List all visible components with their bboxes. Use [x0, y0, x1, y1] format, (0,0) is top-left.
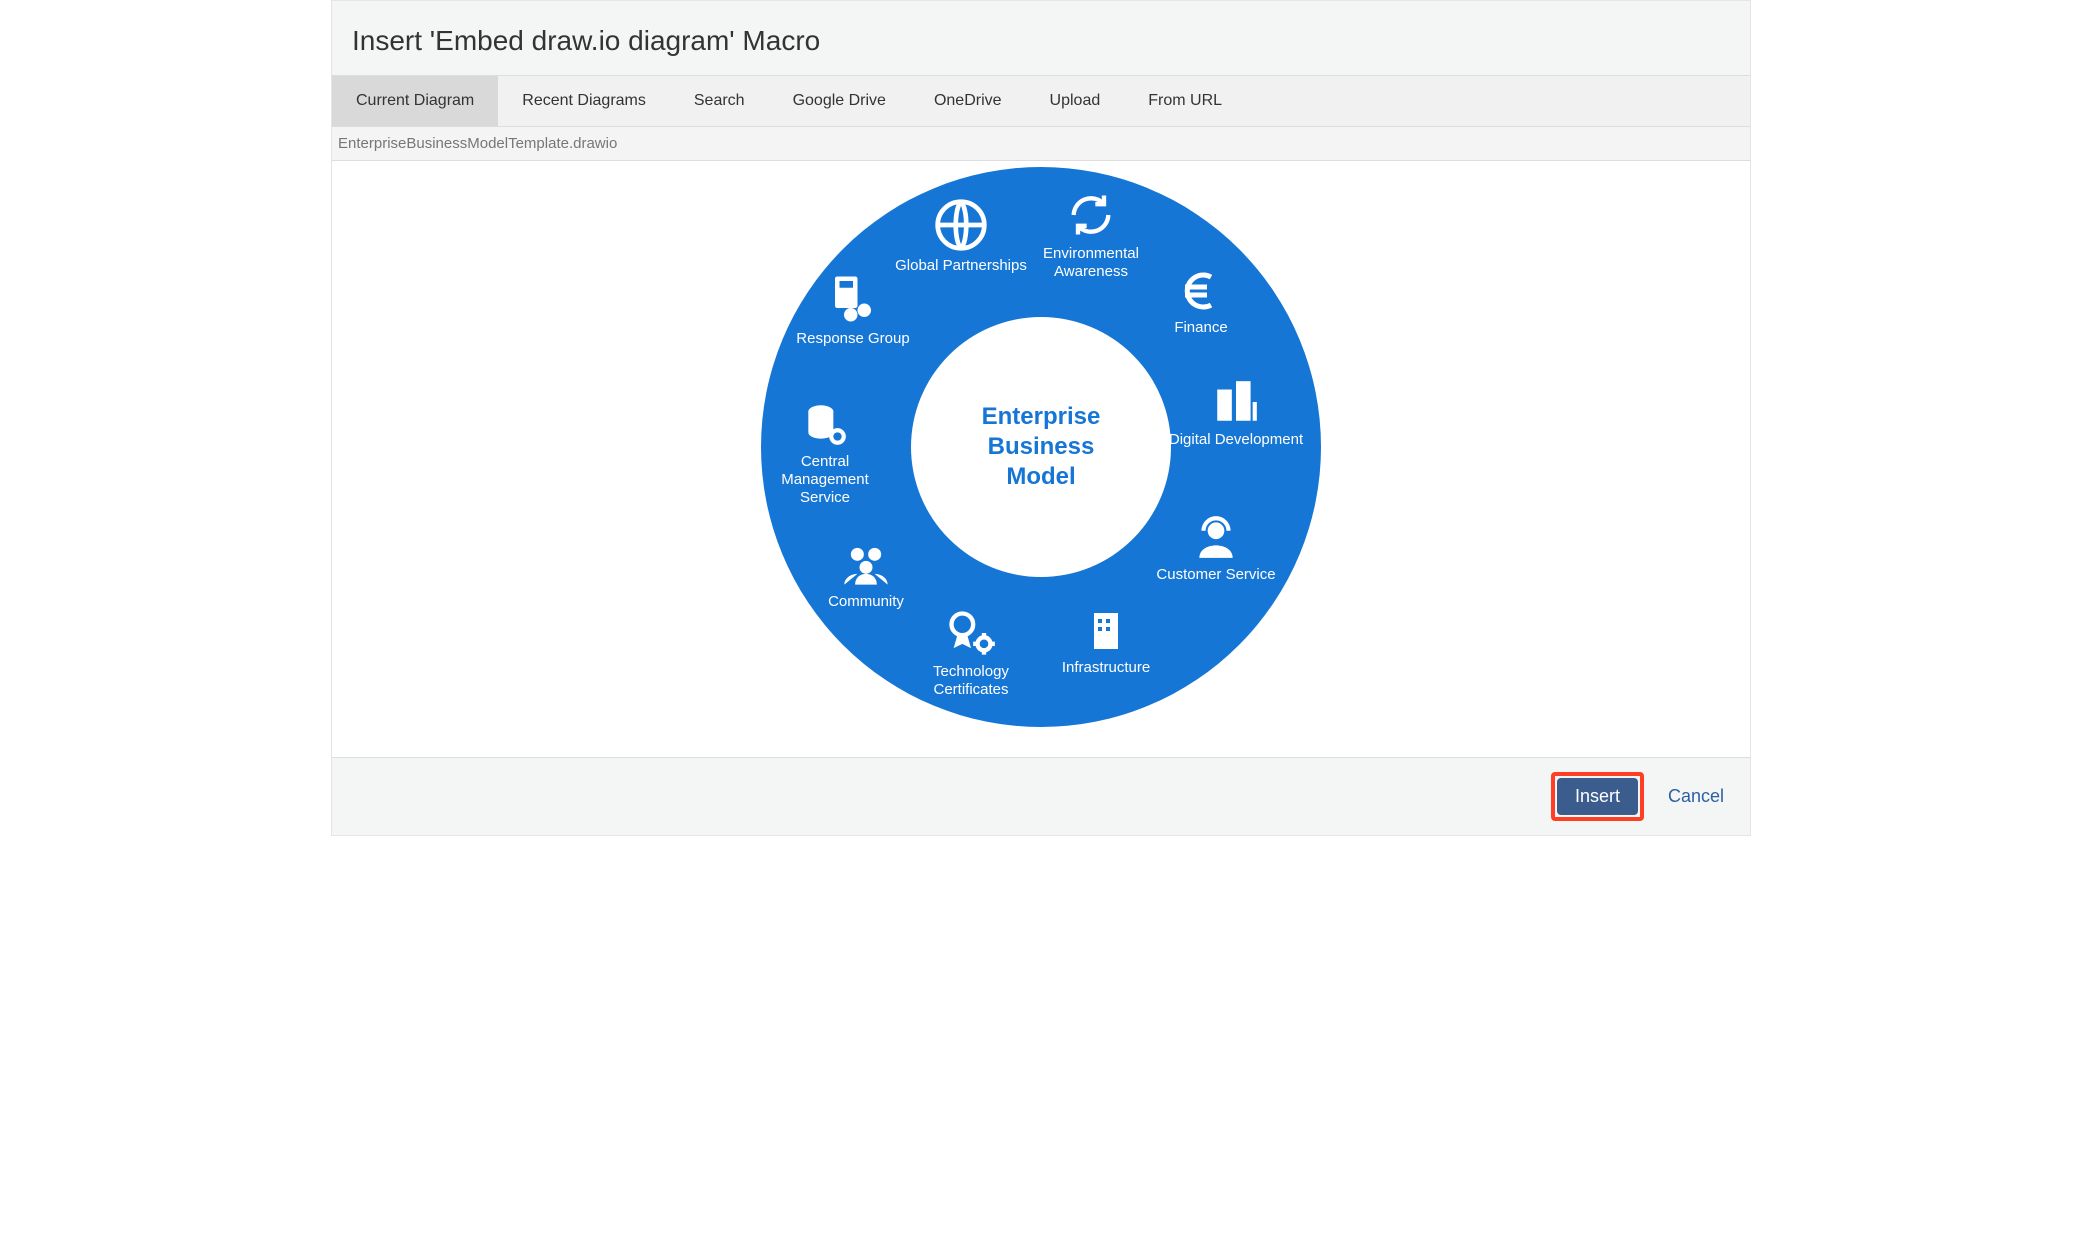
segment-technology-certificates: Technology Certificates — [901, 607, 1041, 699]
segment-label: Response Group — [796, 330, 909, 347]
ring-center: Enterprise Business Model — [911, 317, 1171, 577]
dialog-title: Insert 'Embed draw.io diagram' Macro — [332, 1, 1750, 76]
segment-label: Infrastructure — [1062, 659, 1150, 676]
tab-from-url[interactable]: From URL — [1124, 76, 1246, 126]
euro-icon — [1177, 267, 1225, 315]
tab-onedrive[interactable]: OneDrive — [910, 76, 1026, 126]
tab-google-drive[interactable]: Google Drive — [769, 76, 910, 126]
globe-icon — [933, 197, 989, 253]
segment-label: Environmental Awareness — [1043, 245, 1139, 280]
tab-recent-diagrams[interactable]: Recent Diagrams — [498, 76, 670, 126]
segment-label: Technology Certificates — [933, 663, 1009, 698]
enterprise-business-model-diagram: Enterprise Business Model Global Partner… — [761, 167, 1321, 727]
center-title-line3: Model — [1006, 463, 1075, 490]
cancel-button[interactable]: Cancel — [1662, 785, 1730, 808]
segment-central-management-service: Central Management Service — [755, 399, 895, 507]
award-gear-icon — [945, 607, 997, 659]
segment-label: Finance — [1174, 319, 1227, 336]
diagram-filename: EnterpriseBusinessModelTemplate.drawio — [332, 127, 1750, 161]
phone-group-icon — [826, 272, 880, 326]
segment-label: Community — [828, 593, 904, 610]
segment-digital-development: Digital Development — [1166, 377, 1306, 449]
segment-response-group: Response Group — [783, 272, 923, 348]
tab-upload[interactable]: Upload — [1026, 76, 1125, 126]
insert-macro-dialog: Insert 'Embed draw.io diagram' Macro Cur… — [331, 0, 1751, 836]
insert-button[interactable]: Insert — [1557, 778, 1638, 815]
db-gear-icon — [800, 399, 850, 449]
tab-bar: Current Diagram Recent Diagrams Search G… — [332, 76, 1750, 127]
tab-current-diagram[interactable]: Current Diagram — [332, 76, 498, 126]
office-icon — [1082, 607, 1130, 655]
segment-label: Digital Development — [1169, 431, 1303, 448]
segment-label: Central Management Service — [781, 453, 869, 506]
segment-customer-service: Customer Service — [1146, 512, 1286, 584]
center-title-line1: Enterprise — [982, 403, 1101, 430]
center-title: Enterprise Business Model — [982, 402, 1101, 492]
segment-community: Community — [796, 537, 936, 611]
insert-button-highlight: Insert — [1551, 772, 1644, 821]
recycle-icon — [1065, 189, 1117, 241]
tab-search[interactable]: Search — [670, 76, 769, 126]
segment-finance: Finance — [1131, 267, 1271, 337]
diagram-preview[interactable]: Enterprise Business Model Global Partner… — [332, 161, 1750, 757]
segment-global-partnerships: Global Partnerships — [891, 197, 1031, 275]
dialog-footer: Insert Cancel — [332, 757, 1750, 835]
center-title-line2: Business — [988, 433, 1095, 460]
headset-icon — [1191, 512, 1241, 562]
segment-infrastructure: Infrastructure — [1036, 607, 1176, 677]
people-icon — [840, 537, 892, 589]
segment-label: Customer Service — [1156, 566, 1275, 583]
buildings-icon — [1211, 377, 1261, 427]
